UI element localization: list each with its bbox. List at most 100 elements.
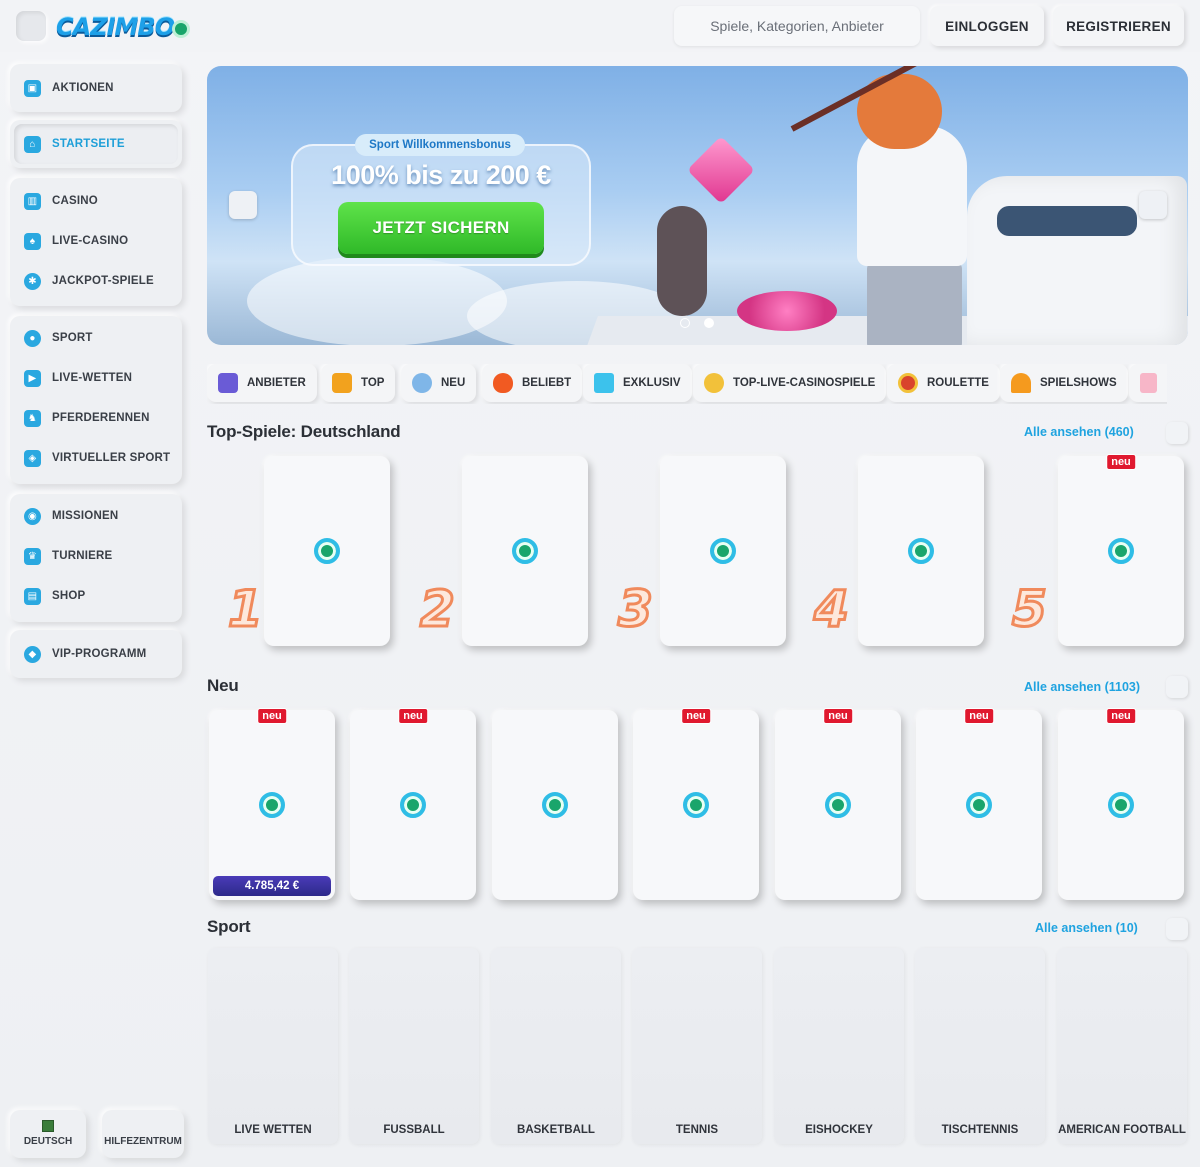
sidebar-item-live-betting[interactable]: ▶ LIVE-WETTEN [10,358,182,398]
sidebar-item-casino[interactable]: ▥ CASINO [10,181,182,221]
category-label: TOP-LIVE-CASINOSPIELE [733,377,876,389]
live-casino-icon [704,373,724,393]
carousel-dot-active[interactable] [704,318,714,328]
top-game-card-4[interactable] [858,456,984,646]
slot-machine-icon: ▥ [24,192,41,210]
top-games-title: Top-Spiele: Deutschland [207,422,401,441]
new-game-card[interactable]: neu [1058,708,1184,900]
home-icon: ⌂ [24,135,41,153]
gems-pile [737,291,837,331]
new-game-card[interactable]: neu [350,708,476,900]
sport-label: LIVE WETTEN [234,1124,312,1136]
sport-scroll-button[interactable] [1166,918,1188,940]
sidebar-item-missions[interactable]: ◉ MISSIONEN [10,496,182,536]
new-game-card[interactable]: neu [633,708,759,900]
sidebar-item-promotions[interactable]: ▣ AKTIONEN [10,64,182,112]
casino-chip-icon [259,792,285,818]
category-top[interactable]: TOP [321,364,396,402]
language-button[interactable]: DEUTSCH [10,1110,86,1158]
claim-bonus-button[interactable]: JETZT SICHERN [338,202,544,254]
sport-card-basketball[interactable]: BASKETBALL [491,948,621,1144]
sidebar-item-shop[interactable]: ▤ SHOP [10,576,182,616]
casino-chip-icon [825,792,851,818]
sport-card-tennis[interactable]: TENNIS [632,948,762,1144]
promo-banner[interactable]: Sport Willkommensbonus 100% bis zu 200 €… [207,66,1188,345]
category-game-shows[interactable]: SPIELSHOWS [1000,364,1128,402]
rank-number: 2 [419,579,457,640]
sport-label: AMERICAN FOOTBALL [1058,1124,1186,1136]
sidebar-group-home: ⌂ STARTSEITE [10,120,182,168]
new-game-card[interactable]: neu [916,708,1042,900]
menu-toggle-button[interactable] [16,11,46,41]
search-box[interactable] [674,6,920,46]
sidebar-item-vip[interactable]: ◆ VIP-PROGRAMM [10,630,182,678]
sidebar-item-label: VIRTUELLER SPORT [52,452,171,464]
sport-card-table-tennis[interactable]: TISCHTENNIS [915,948,1045,1144]
category-label: ANBIETER [247,377,306,389]
play-icon: ▶ [24,369,41,387]
sport-label: FUSSBALL [383,1124,445,1136]
search-input[interactable] [674,18,920,34]
category-more[interactable] [1129,364,1167,402]
sidebar-item-label: AKTIONEN [52,82,114,94]
logo-text: CAZIMBO [56,13,175,41]
category-label: SPIELSHOWS [1040,377,1117,389]
trophy-icon: ♛ [24,547,41,565]
new-game-card[interactable]: neu [775,708,901,900]
yacht-window [997,206,1137,236]
banner-prev-button[interactable] [229,191,257,219]
category-providers[interactable]: ANBIETER [207,364,317,402]
new-game-card[interactable] [492,710,618,900]
new-games-see-all[interactable]: Alle ansehen (1103) [1024,680,1140,694]
login-button[interactable]: EINLOGGEN [930,6,1044,46]
new-games-scroll-button[interactable] [1166,676,1188,698]
top-game-card-5[interactable]: neu [1058,454,1184,646]
sport-see-all[interactable]: Alle ansehen (10) [1035,921,1138,935]
live-casino-icon: ♠ [24,232,41,250]
logo[interactable]: CAZIMBO [56,12,191,42]
top-game-card-1[interactable] [264,456,390,646]
sidebar-item-sport[interactable]: ● SPORT [10,318,182,358]
top-games-scroll-button[interactable] [1166,422,1188,444]
gift-icon: ▣ [24,79,41,97]
banner-next-button[interactable] [1139,191,1167,219]
sport-card-live-betting[interactable]: LIVE WETTEN [208,948,338,1144]
sidebar-group-promotions: ▣ AKTIONEN [10,64,182,112]
top-game-card-3[interactable] [660,456,786,646]
top-game-card-2[interactable] [462,456,588,646]
category-top-live[interactable]: TOP-LIVE-CASINOSPIELE [693,364,887,402]
register-button[interactable]: REGISTRIEREN [1053,6,1184,46]
ball-icon: ● [24,329,41,347]
sidebar-group-sport: ● SPORT ▶ LIVE-WETTEN ♞ PFERDERENNEN ◈ V… [10,316,182,484]
fire-icon [493,373,513,393]
category-exclusive[interactable]: EXKLUSIV [583,364,692,402]
carousel-dot[interactable] [680,318,690,328]
new-game-card[interactable]: neu 4.785,42 € [209,708,335,900]
sidebar-group-extras: ◉ MISSIONEN ♛ TURNIERE ▤ SHOP [10,494,182,622]
category-popular[interactable]: BELIEBT [482,364,583,402]
new-badge: neu [257,708,287,724]
cloud-decoration [247,256,507,345]
sport-card-ice-hockey[interactable]: EISHOCKEY [774,948,904,1144]
sidebar-item-label: LIVE-WETTEN [52,372,133,384]
sidebar-item-horse-racing[interactable]: ♞ PFERDERENNEN [10,398,182,438]
jackpot-amount: 4.785,42 € [213,876,331,896]
sidebar-item-home[interactable]: ⌂ STARTSEITE [14,124,178,164]
casino-chip-icon [314,538,340,564]
bingo-icon [1140,373,1157,393]
help-center-button[interactable]: HILFEZENTRUM [102,1110,184,1158]
sidebar-item-live-casino[interactable]: ♠ LIVE-CASINO [10,221,182,261]
category-new[interactable]: NEU [401,364,477,402]
sidebar-item-virtual-sport[interactable]: ◈ VIRTUELLER SPORT [10,438,182,478]
sidebar-item-label: JACKPOT-SPIELE [52,275,154,287]
gamepad-icon: ◈ [24,449,41,467]
sidebar-item-tournaments[interactable]: ♛ TURNIERE [10,536,182,576]
top-games-see-all[interactable]: Alle ansehen (460) [1024,425,1134,439]
sidebar-item-label: STARTSEITE [52,138,125,150]
sport-card-football[interactable]: FUSSBALL [349,948,479,1144]
sidebar-item-jackpot[interactable]: ✱ JACKPOT-SPIELE [10,261,182,301]
category-label: TOP [361,377,385,389]
category-roulette[interactable]: ROULETTE [887,364,1000,402]
category-label: NEU [441,377,466,389]
sport-card-american-football[interactable]: AMERICAN FOOTBALL [1057,948,1187,1144]
